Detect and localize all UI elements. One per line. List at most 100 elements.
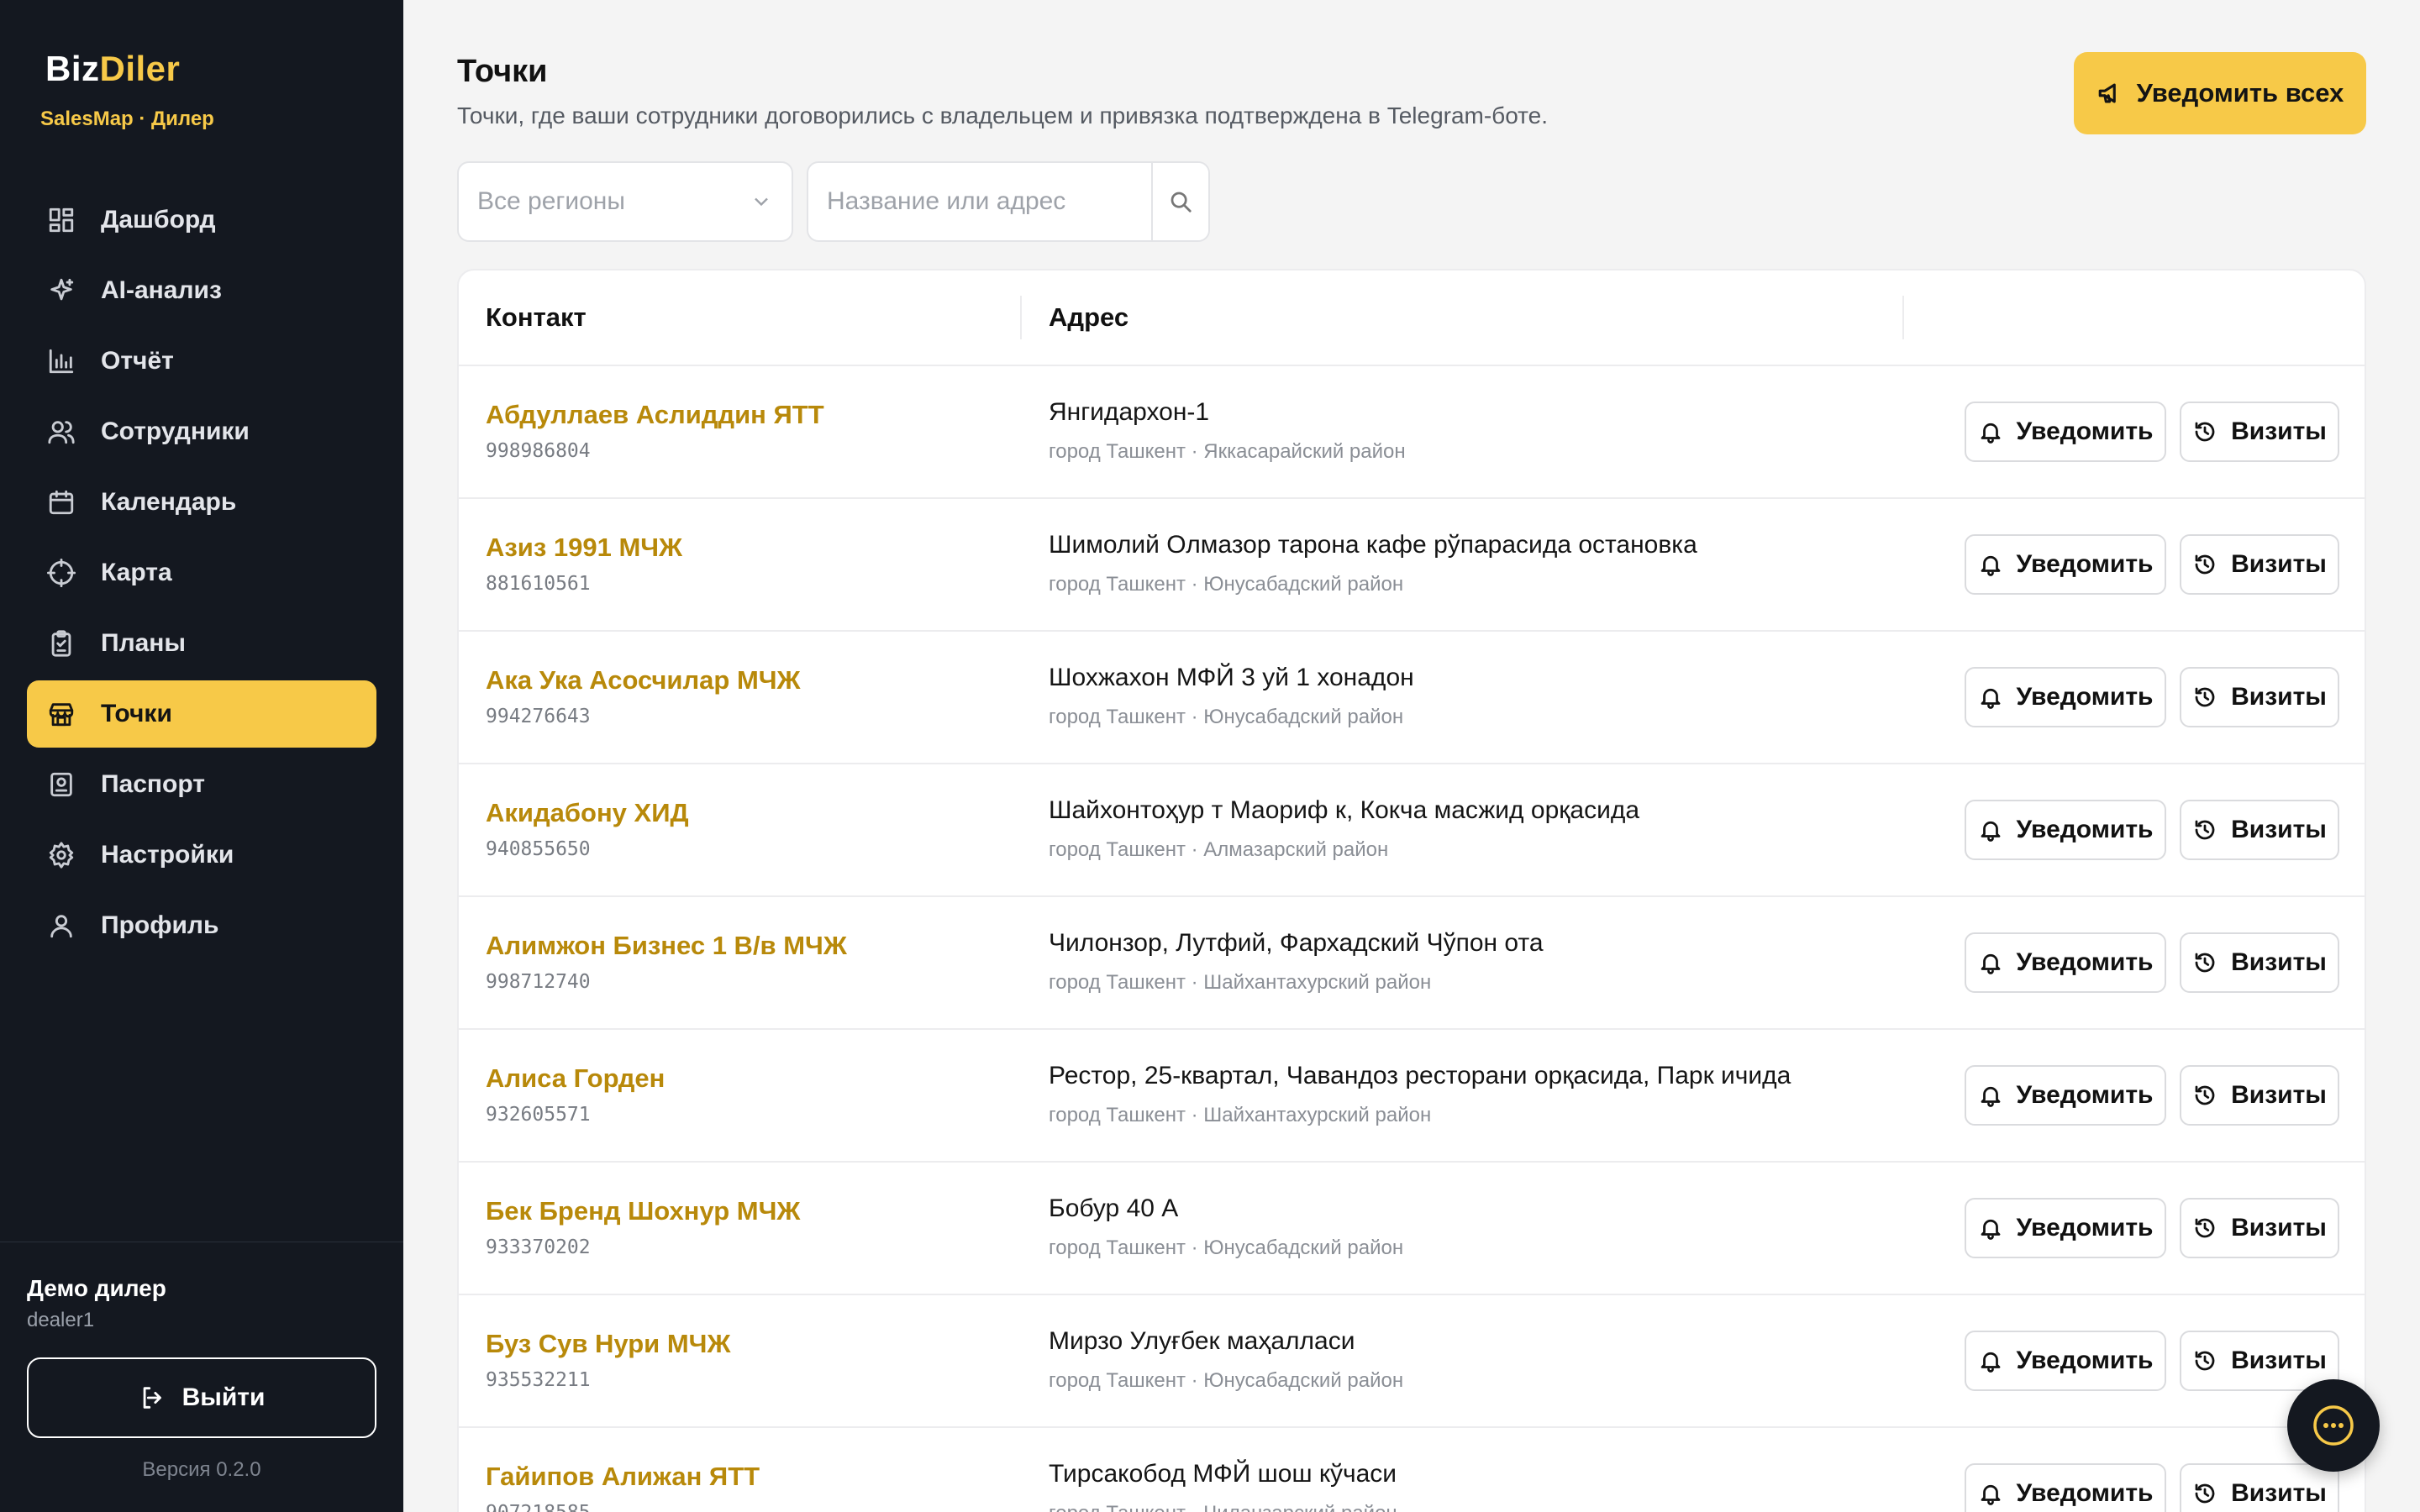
- notify-button[interactable]: Уведомить: [1965, 402, 2166, 462]
- address-city: город Ташкент · Юнусабадский район: [1049, 1236, 1404, 1259]
- notify-label: Уведомить: [2016, 683, 2154, 711]
- search-input[interactable]: [808, 163, 1151, 240]
- column-header-address: Адрес: [1049, 302, 1129, 332]
- sidebar-item-plans[interactable]: Планы: [27, 610, 376, 677]
- address-city: город Ташкент · Чиланзарский район: [1049, 1502, 1397, 1512]
- points-table: Контакт Адрес Абдуллаев Аслиддин ЯТТ 9989…: [457, 269, 2366, 1512]
- logout-button[interactable]: Выйти: [27, 1357, 376, 1438]
- sidebar-item-label: Отчёт: [101, 347, 174, 375]
- visits-button[interactable]: Визиты: [2180, 1198, 2339, 1258]
- sidebar-item-label: Профиль: [101, 911, 219, 939]
- contact-name-link[interactable]: Абдуллаев Аслиддин ЯТТ: [486, 400, 824, 430]
- visits-label: Визиты: [2231, 1214, 2327, 1242]
- logout-label: Выйти: [182, 1383, 266, 1411]
- sidebar-item-label: Календарь: [101, 488, 237, 516]
- region-select-value: Все регионы: [477, 187, 625, 215]
- gear-icon: [47, 841, 76, 869]
- contact-name-link[interactable]: Алиса Горден: [486, 1063, 665, 1094]
- address-city: город Ташкент · Шайхантахурский район: [1049, 1104, 1432, 1126]
- history-icon: [2192, 419, 2231, 444]
- notify-button[interactable]: Уведомить: [1965, 534, 2166, 595]
- brand-logo[interactable]: BizDiler: [45, 49, 180, 89]
- notify-all-button[interactable]: Уведомить всех: [2074, 52, 2366, 134]
- visits-label: Визиты: [2231, 816, 2327, 843]
- address-city: город Ташкент · Яккасарайский район: [1049, 440, 1406, 463]
- sidebar-item-label: Дашборд: [101, 206, 216, 234]
- search-button[interactable]: [1151, 163, 1208, 240]
- visits-label: Визиты: [2231, 417, 2327, 445]
- column-divider: [1020, 296, 1022, 339]
- bell-icon: [1978, 1481, 2017, 1506]
- sidebar-item-label: Карта: [101, 559, 172, 586]
- contact-name-link[interactable]: Гайипов Алижан ЯТТ: [486, 1462, 760, 1492]
- sidebar-item-dashboard[interactable]: Дашборд: [27, 186, 376, 254]
- id-card-icon: [47, 770, 76, 799]
- table-row: Алимжон Бизнес 1 В/в МЧЖ 998712740 Чилонзо…: [459, 897, 2365, 1030]
- history-icon: [2192, 685, 2231, 710]
- contact-name-link[interactable]: Азиз 1991 МЧЖ: [486, 533, 682, 563]
- address-line: Шимолий Олмазор тарона кафе рўпарасида о…: [1049, 531, 1697, 559]
- contact-name-link[interactable]: Буз Сув Нури МЧЖ: [486, 1329, 730, 1359]
- address-city: город Ташкент · Алмазарский район: [1049, 838, 1389, 861]
- address-line: Мирзо Улуғбек маҳалласи: [1049, 1327, 1355, 1355]
- contact-phone: 907218585: [486, 1502, 591, 1512]
- history-icon: [2192, 552, 2231, 577]
- visits-button[interactable]: Визиты: [2180, 1065, 2339, 1126]
- contact-name-link[interactable]: Акидабону ХИД: [486, 798, 689, 828]
- contact-phone: 932605571: [486, 1104, 591, 1126]
- sparkles-icon: [47, 276, 76, 305]
- notify-button[interactable]: Уведомить: [1965, 1331, 2166, 1391]
- column-header-contact: Контакт: [486, 302, 587, 332]
- calendar-icon: [47, 488, 76, 517]
- contact-name-link[interactable]: Алимжон Бизнес 1 В/в МЧЖ: [486, 931, 847, 961]
- visits-button[interactable]: Визиты: [2180, 534, 2339, 595]
- visits-button[interactable]: Визиты: [2180, 800, 2339, 860]
- sidebar-item-employees[interactable]: Сотрудники: [27, 398, 376, 465]
- table-header: Контакт Адрес: [459, 270, 2365, 366]
- visits-button[interactable]: Визиты: [2180, 667, 2339, 727]
- address-line: Бобур 40 А: [1049, 1194, 1179, 1222]
- address-line: Чилонзор, Лутфий, Фархадский Чўпон ота: [1049, 929, 1544, 957]
- sidebar-item-calendar[interactable]: Календарь: [27, 469, 376, 536]
- contact-phone: 935532211: [486, 1369, 591, 1391]
- visits-label: Визиты: [2231, 1347, 2327, 1374]
- notify-button[interactable]: Уведомить: [1965, 1065, 2166, 1126]
- visits-button[interactable]: Визиты: [2180, 402, 2339, 462]
- users-icon: [47, 417, 76, 446]
- table-row: Буз Сув Нури МЧЖ 935532211 Мирзо Улуғбек м…: [459, 1295, 2365, 1428]
- table-row: Алиса Горден 932605571 Рестор, 25-квартал,…: [459, 1030, 2365, 1163]
- notify-button[interactable]: Уведомить: [1965, 667, 2166, 727]
- sidebar-item-points[interactable]: Точки: [27, 680, 376, 748]
- notify-button[interactable]: Уведомить: [1965, 1463, 2166, 1512]
- contact-name-link[interactable]: Ака Ука Асосчилар МЧЖ: [486, 665, 801, 696]
- chat-button[interactable]: [2287, 1379, 2380, 1472]
- contact-phone: 998986804: [486, 440, 591, 462]
- brand-subtitle: SalesMap · Дилер: [40, 108, 214, 130]
- visits-label: Визиты: [2231, 550, 2327, 578]
- region-select[interactable]: Все регионы: [457, 161, 793, 242]
- sidebar-item-label: Точки: [101, 700, 172, 727]
- sidebar-item-ai-analysis[interactable]: AI-анализ: [27, 257, 376, 324]
- page-subtitle: Точки, где ваши сотрудники договорились …: [457, 102, 1549, 129]
- sidebar-item-map[interactable]: Карта: [27, 539, 376, 606]
- sidebar-item-passport[interactable]: Паспорт: [27, 751, 376, 818]
- bell-icon: [1978, 950, 2017, 975]
- notify-button[interactable]: Уведомить: [1965, 800, 2166, 860]
- table-row: Акидабону ХИД 940855650 Шайхонтоҳур т Маор…: [459, 764, 2365, 897]
- user-icon: [47, 911, 76, 940]
- contact-name-link[interactable]: Бек Бренд Шохнур МЧЖ: [486, 1196, 800, 1226]
- sidebar-item-settings[interactable]: Настройки: [27, 822, 376, 889]
- page-title: Точки: [457, 54, 548, 89]
- contact-phone: 994276643: [486, 706, 591, 727]
- sidebar-item-report[interactable]: Отчёт: [27, 328, 376, 395]
- sidebar-item-label: Настройки: [101, 841, 234, 869]
- notify-button[interactable]: Уведомить: [1965, 1198, 2166, 1258]
- table-row: Ака Ука Асосчилар МЧЖ 994276643 Шохжахон М…: [459, 632, 2365, 764]
- visits-button[interactable]: Визиты: [2180, 1463, 2339, 1512]
- visits-label: Визиты: [2231, 1081, 2327, 1109]
- notify-button[interactable]: Уведомить: [1965, 932, 2166, 993]
- visits-button[interactable]: Визиты: [2180, 932, 2339, 993]
- sidebar-item-profile[interactable]: Профиль: [27, 892, 376, 959]
- table-row: Азиз 1991 МЧЖ 881610561 Шимолий Олмазор та…: [459, 499, 2365, 632]
- chat-bubble-icon: [2313, 1405, 2354, 1446]
